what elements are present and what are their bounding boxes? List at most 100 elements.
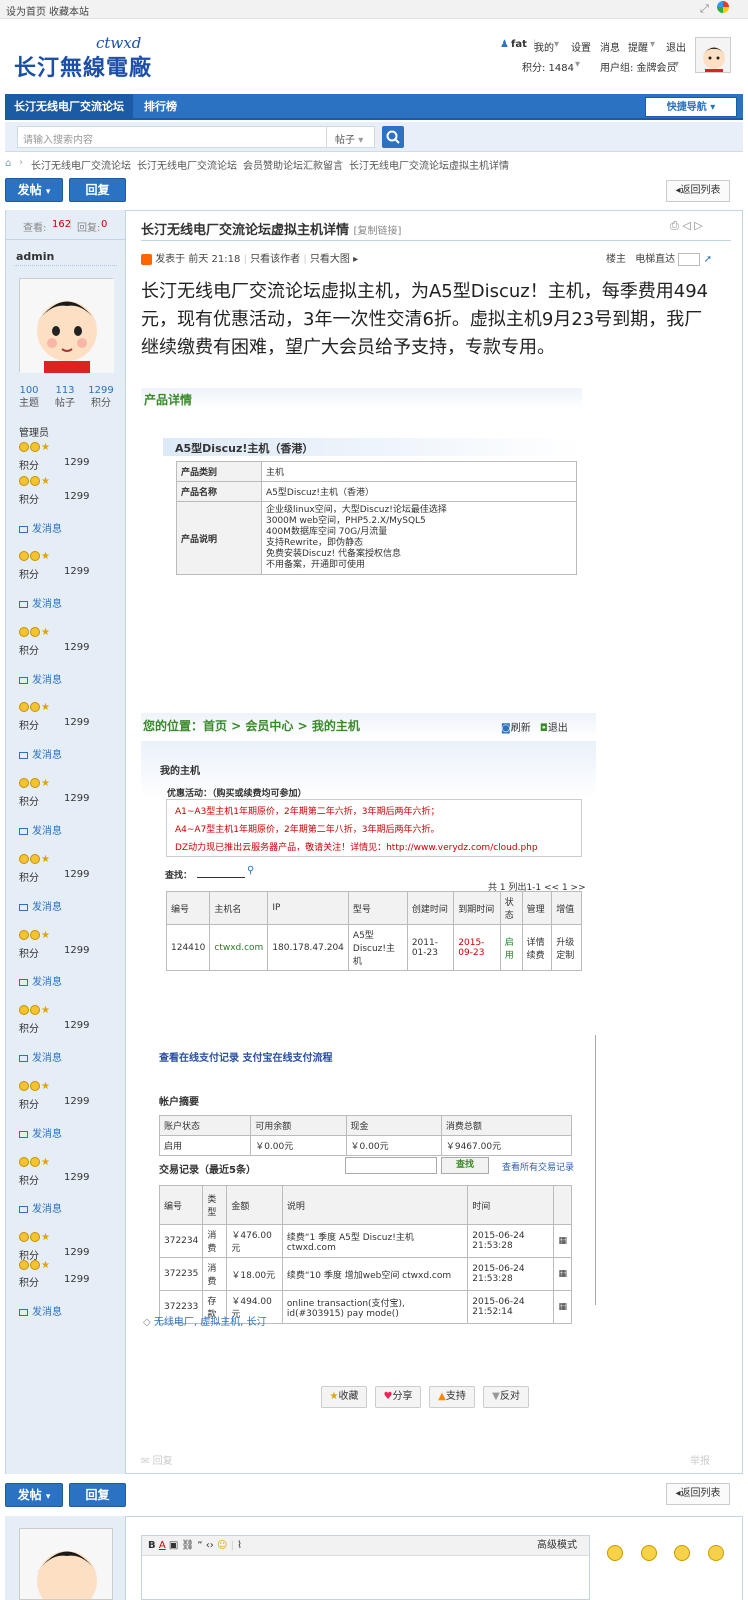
emoji-wink-icon[interactable] (674, 1545, 690, 1561)
author-points-row: 积分 1299 (19, 1274, 119, 1289)
advanced-mode-link[interactable]: 高级模式 (537, 1536, 577, 1556)
settings-link[interactable]: 设置 (571, 39, 591, 54)
send-message-link[interactable]: 发消息 (19, 1125, 62, 1140)
host-image: 您的位置：首页 > 会员中心 > 我的主机 ◙刷新 ◘退出 我的主机 优惠活动：… (141, 713, 596, 971)
search-type-select[interactable]: 帖子 ▾ (327, 126, 375, 148)
summary-title: 帐户摘要 (159, 1097, 199, 1108)
send-message-link[interactable]: 发消息 (19, 746, 62, 761)
stat-value[interactable]: 1299 (83, 384, 119, 397)
only-image-link[interactable]: 只看大图 (310, 254, 350, 265)
send-message-link[interactable]: 发消息 (19, 1049, 62, 1064)
envelope-icon (19, 827, 28, 835)
author-name[interactable]: admin (16, 250, 54, 263)
author-avatar[interactable] (19, 278, 114, 373)
emoji-bar (607, 1545, 724, 1564)
quick-nav-button[interactable]: 快捷导航 ▾ (645, 97, 737, 117)
next-thread-icon[interactable]: ▷ (694, 219, 702, 232)
oppose-button[interactable]: ▼反对 (483, 1386, 529, 1408)
envelope-icon (19, 1054, 28, 1062)
breadcrumb-item[interactable]: 长汀无线电厂交流论坛 (31, 157, 131, 172)
summary-header-cell: 现金 (345, 1115, 442, 1136)
home-icon[interactable]: ⌂ (5, 158, 11, 169)
stat-value[interactable]: 100 (11, 384, 47, 397)
copy-link[interactable]: [复制链接] (354, 226, 402, 237)
back-to-list-button[interactable]: ◂返回列表 (666, 180, 730, 202)
only-author-link[interactable]: 只看该作者 (250, 254, 300, 265)
reply-editor[interactable]: B A ▣ ⛓ “ ‹› ☺ | ⌇ 高级模式 (141, 1535, 590, 1600)
bookmark-link[interactable]: 收藏本站 (49, 3, 89, 18)
points-label: 积分 (19, 873, 39, 884)
rank-icons: ★ (19, 1003, 50, 1016)
search-input[interactable]: 请输入搜索内容 (17, 126, 327, 148)
refresh-icon: ◙ (501, 723, 511, 734)
attach-icon[interactable]: ⌇ (237, 1540, 242, 1551)
nav-forum[interactable]: 长汀无线电厂交流论坛 (5, 94, 133, 120)
floor-controls: 楼主 电梯直达 ➚ (606, 250, 712, 266)
send-message-link[interactable]: 发消息 (19, 671, 62, 686)
stat-value[interactable]: 113 (47, 384, 83, 397)
messages-link[interactable]: 消息 (600, 39, 620, 54)
editor-toolbar[interactable]: B A ▣ ⛓ “ ‹› ☺ | ⌇ 高级模式 (142, 1536, 589, 1556)
goto-arrow-icon[interactable]: ➚ (704, 254, 712, 265)
smiley-icon[interactable]: ☺ (217, 1540, 227, 1551)
image-icon[interactable]: ▣ (169, 1540, 178, 1551)
reply-link[interactable]: ✉ 回复 (141, 1452, 173, 1467)
username-link[interactable]: fat (511, 39, 527, 50)
logout-link[interactable]: 退出 (666, 39, 686, 54)
send-message-link[interactable]: 发消息 (19, 1200, 62, 1215)
link-icon[interactable]: ⛓ (181, 1540, 194, 1551)
share-button[interactable]: ♥分享 (375, 1386, 421, 1408)
back-to-list-button-bottom[interactable]: ◂返回列表 (666, 1483, 730, 1505)
prev-thread-icon[interactable]: ◁ (682, 219, 690, 232)
rank-icons: ★ (19, 776, 50, 789)
host-header-cell: 型号 (347, 891, 408, 925)
my-menu[interactable]: 我的 (534, 39, 554, 54)
tags-text[interactable]: 无线电厂, 虚拟主机, 长汀 (154, 1317, 267, 1328)
rank-face-icon (19, 1232, 29, 1242)
rank-face-icon (30, 551, 40, 561)
summary-row: 启用 ￥0.00元 ￥0.00元 ￥9467.00元 (158, 1135, 573, 1156)
send-message-label: 发消息 (32, 1129, 62, 1140)
post-button-bottom[interactable]: 发帖 ▾ (5, 1483, 63, 1507)
reply-button-bottom[interactable]: 回复 (69, 1483, 126, 1507)
reply-button[interactable]: 回复 (69, 178, 126, 202)
code-icon[interactable]: ‹› (206, 1540, 214, 1551)
breadcrumb-item[interactable]: 会员赞助论坛汇款留言 (243, 157, 343, 172)
post-button[interactable]: 发帖 ▾ (5, 178, 63, 202)
author-group[interactable]: 管理员 (19, 424, 49, 439)
user-avatar[interactable] (695, 37, 731, 73)
send-message-link[interactable]: 发消息 (19, 595, 62, 610)
send-message-link[interactable]: 发消息 (19, 1303, 62, 1318)
favorite-button[interactable]: ★收藏 (321, 1386, 367, 1408)
search-button[interactable] (382, 126, 404, 148)
usergroup-menu[interactable]: 用户组: 金牌会员 (600, 59, 677, 74)
reminders-link[interactable]: 提醒 (628, 39, 648, 54)
send-message-link[interactable]: 发消息 (19, 520, 62, 535)
goto-floor-input[interactable] (678, 252, 701, 266)
summary-cell: ￥9467.00元 (440, 1135, 573, 1156)
bold-icon[interactable]: B (148, 1540, 156, 1551)
promo-line: A1~A3型主机1年期原价，2年期第二年六折，3年期后两年六折； (175, 807, 440, 817)
nav-ranking[interactable]: 排行榜 (135, 94, 186, 120)
text-color-icon[interactable]: A (159, 1540, 166, 1551)
emoji-grin-icon[interactable] (640, 1545, 657, 1561)
send-message-label: 发消息 (32, 524, 62, 535)
send-message-link[interactable]: 发消息 (19, 973, 62, 988)
color-scheme-icon[interactable] (717, 1, 729, 13)
breadcrumb-item[interactable]: 长汀无线电厂交流论坛 (137, 157, 237, 172)
print-icon[interactable]: ⎙ (670, 219, 679, 232)
summary-header-cell: 账户状态 (158, 1115, 252, 1136)
emoji-smile-icon[interactable] (607, 1545, 623, 1561)
emoji-laugh-icon[interactable] (707, 1545, 724, 1561)
send-message-link[interactable]: 发消息 (19, 898, 62, 913)
points-menu[interactable]: 积分: 1484 (522, 59, 574, 74)
send-message-link[interactable]: 发消息 (19, 822, 62, 837)
set-home-link[interactable]: 设为首页 (6, 3, 46, 18)
report-link[interactable]: 举报 (690, 1452, 710, 1467)
quote-icon[interactable]: “ (197, 1540, 202, 1551)
support-button[interactable]: ▲支持 (429, 1386, 475, 1408)
breadcrumb: ⌂ › 长汀无线电厂交流论坛 › 长汀无线电厂交流论坛 › 会员赞助论坛汇款留言… (5, 157, 509, 172)
post-date: 发表于 前天 21:18 (155, 254, 241, 265)
stat-label: 帖子 (55, 398, 75, 409)
fullscreen-icon[interactable]: ⤢ (700, 2, 709, 16)
